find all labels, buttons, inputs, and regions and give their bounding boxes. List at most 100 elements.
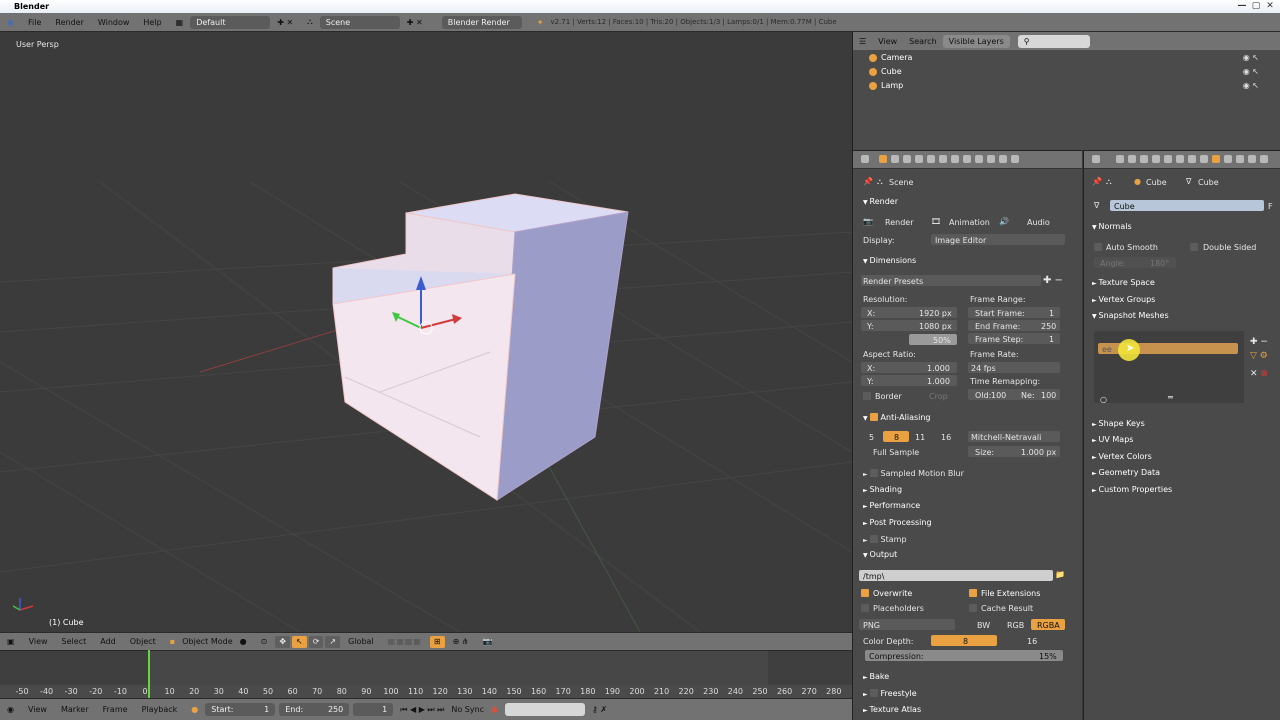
color-mode-rgb[interactable]: RGB (1007, 621, 1024, 630)
particles-tab-icon[interactable] (999, 155, 1007, 163)
current-frame-field[interactable]: 1 (353, 703, 394, 716)
menu-search[interactable]: Search (903, 37, 942, 46)
menu-view[interactable]: View (872, 37, 903, 46)
panel-anti-aliasing[interactable]: Anti-Aliasing (863, 412, 931, 422)
scale-manipulator[interactable]: ↗ (325, 635, 341, 648)
physics-tab-icon[interactable] (1260, 155, 1268, 163)
scene-tab-icon[interactable] (903, 155, 911, 163)
particles-tab-icon[interactable] (1248, 155, 1256, 163)
outliner-item-cube[interactable]: Cube ◉ ↖ (853, 65, 1280, 78)
sync-select[interactable]: No Sync (451, 705, 484, 714)
snap-icon[interactable]: ⊕ ⋔ (446, 637, 476, 646)
world-tab-icon[interactable] (1152, 155, 1160, 163)
color-mode-bw[interactable]: BW (977, 621, 990, 630)
world-tab-icon[interactable] (915, 155, 923, 163)
freestyle-checkbox[interactable] (869, 689, 878, 697)
data-tab-icon[interactable] (1200, 155, 1208, 163)
editor-type-icon[interactable]: ▣ (0, 637, 22, 646)
add-scene-icon[interactable]: ✚ ✕ (400, 18, 430, 27)
material-tab-icon[interactable] (1224, 155, 1232, 163)
record-icon[interactable]: ● (484, 705, 505, 714)
end-frame-field[interactable]: End: 250 (279, 703, 350, 716)
physics-tab-icon[interactable] (1011, 155, 1019, 163)
maximize-icon[interactable]: ▢ (1250, 1, 1262, 11)
panel-custom-properties[interactable]: Custom Properties (1092, 485, 1173, 494)
menu-window[interactable]: Window (91, 18, 137, 27)
modifiers-tab-icon[interactable] (951, 155, 959, 163)
outliner-item-camera[interactable]: Camera ◉ ↖ (853, 51, 1280, 64)
keyframe-icon[interactable]: ● (184, 705, 205, 714)
snapshot-delete-icon[interactable]: ✕ ⊗ (1250, 369, 1268, 379)
folder-icon[interactable]: 📁 (1055, 570, 1065, 579)
layout-icon[interactable]: ▦ (169, 18, 191, 27)
auto-smooth-checkbox[interactable] (1094, 243, 1102, 251)
viewport-canvas[interactable] (0, 32, 852, 632)
lock-layer-icon[interactable]: ⊞ (429, 635, 445, 648)
add-layout-icon[interactable]: ✚ ✕ (270, 18, 300, 27)
render-tab-icon[interactable] (1116, 155, 1124, 163)
aa-sample-5[interactable]: 5 (869, 433, 874, 442)
full-sample-checkbox[interactable]: Full Sample (873, 448, 919, 457)
render-properties[interactable]: 📌 ⛬ Scene Render 📷 Render 🎞 Animation 🔊 … (852, 150, 1082, 720)
scene-select[interactable]: Scene (319, 15, 400, 29)
list-grip-icon[interactable]: ═ (1168, 393, 1173, 402)
close-icon[interactable]: ✕ (1264, 1, 1276, 11)
minimize-icon[interactable]: — (1236, 1, 1248, 11)
motion-blur-checkbox[interactable] (869, 469, 878, 477)
mode-select[interactable]: Object Mode (182, 637, 232, 646)
render-layers-tab-icon[interactable] (891, 155, 899, 163)
menu-object[interactable]: Object (123, 637, 163, 646)
color-depth-16[interactable]: 16 (1027, 637, 1037, 646)
constraints-tab-icon[interactable] (1176, 155, 1184, 163)
mesh-data-properties[interactable]: 📌 ⛬ ● Cube ∇ Cube ∇ Cube F Normals Auto … (1083, 150, 1280, 720)
stamp-checkbox[interactable] (869, 535, 878, 543)
keyframe-insert-icon[interactable]: ⚷ ✗ (585, 705, 614, 714)
panel-freestyle[interactable]: Freestyle (863, 688, 917, 698)
visibility-icon[interactable]: ◉ ↖ (1243, 51, 1259, 64)
panel-vertex-groups[interactable]: Vertex Groups (1092, 295, 1156, 304)
menu-file[interactable]: File (21, 18, 48, 27)
panel-texture-space[interactable]: Texture Space (1092, 278, 1155, 287)
manipulator-toggle[interactable]: ✥ (275, 635, 291, 648)
editor-type-icon[interactable]: ☰ (853, 37, 872, 46)
fake-user-button[interactable]: F (1268, 202, 1273, 211)
panel-stamp[interactable]: Stamp (863, 534, 907, 544)
translate-manipulator[interactable]: ↖ (292, 635, 307, 648)
snapshot-add-icon[interactable]: ✚ − (1250, 337, 1268, 347)
placeholders-checkbox[interactable] (861, 604, 869, 612)
keying-set-field[interactable] (505, 703, 586, 716)
3d-viewport[interactable]: User Persp (1) Cube (0, 32, 852, 632)
menu-view[interactable]: View (22, 637, 55, 646)
panel-texture-atlas[interactable]: Texture Atlas (863, 705, 922, 714)
animation-button[interactable]: Animation (949, 218, 990, 227)
modifiers-tab-icon[interactable] (1188, 155, 1196, 163)
menu-render[interactable]: Render (48, 18, 90, 27)
panel-render[interactable]: Render (863, 197, 898, 206)
border-checkbox[interactable] (863, 392, 871, 400)
timeline-track[interactable] (0, 651, 852, 685)
pivot-icon[interactable]: ⊙ (254, 637, 275, 646)
visibility-icon[interactable]: ◉ ↖ (1243, 65, 1259, 78)
display-mode-select[interactable]: Visible Layers (942, 34, 1010, 48)
panel-uv-maps[interactable]: UV Maps (1092, 435, 1134, 444)
panel-snapshot-meshes[interactable]: Snapshot Meshes (1092, 311, 1169, 320)
orientation-select[interactable]: Global (341, 637, 381, 646)
engine-select[interactable]: Blender Render (441, 15, 522, 29)
constraints-tab-icon[interactable] (939, 155, 947, 163)
timeline-editor[interactable]: -50 -40 -30 -20 -10 0 10 20 30 40 50 60 70 80 90 100 110… (0, 650, 852, 699)
cache-result-checkbox[interactable] (969, 604, 977, 612)
playback-controls[interactable]: ⏮ ◀ ▶ ⏭ ⏭ (393, 705, 451, 715)
menu-view[interactable]: View (21, 705, 54, 714)
panel-shape-keys[interactable]: Shape Keys (1092, 419, 1145, 428)
outliner-item-lamp[interactable]: Lamp ◉ ↖ (853, 79, 1280, 92)
preset-add-remove-icon[interactable]: ✚ − (1043, 275, 1063, 286)
outliner-editor[interactable]: ☰ View Search Visible Layers ⚲ Camera ◉ ↖… (852, 32, 1280, 150)
audio-button[interactable]: Audio (1027, 218, 1050, 227)
render-layers-tab-icon[interactable] (1128, 155, 1136, 163)
current-frame-indicator[interactable] (148, 650, 150, 698)
search-input[interactable]: ⚲ (1017, 34, 1090, 48)
double-sided-checkbox[interactable] (1190, 243, 1198, 251)
render-preview-icon[interactable]: 📷 (476, 637, 500, 646)
scene-icon[interactable]: ⛬ (300, 17, 320, 27)
pin-icon[interactable]: 📌 (863, 177, 873, 186)
